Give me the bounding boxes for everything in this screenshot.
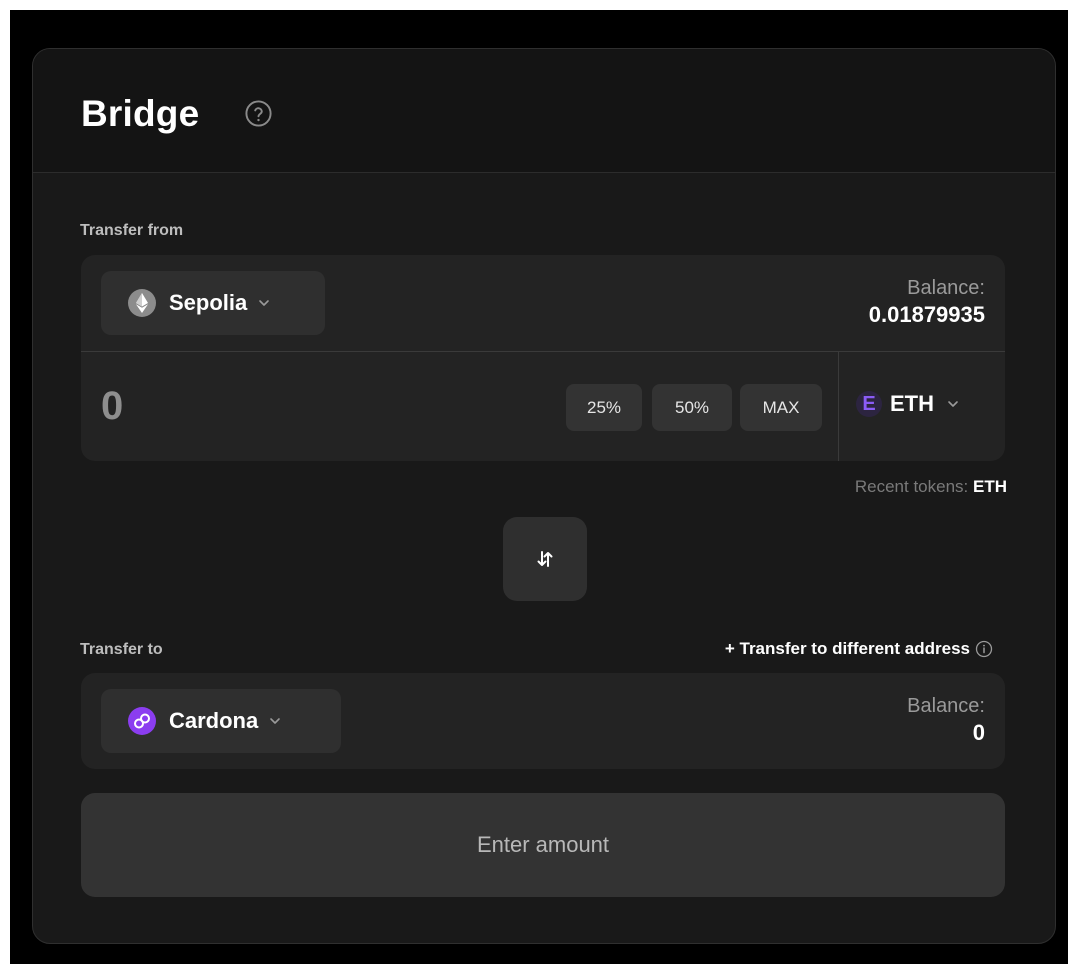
- token-symbol: ETH: [890, 391, 934, 416]
- transfer-from-label: Transfer from: [80, 222, 184, 239]
- transfer-from-panel: Sepolia Balance: 0.01879935 25% 50% MAX …: [81, 255, 1005, 461]
- question-circle-icon[interactable]: [244, 99, 273, 128]
- to-balance: Balance: 0: [907, 693, 985, 747]
- swap-arrows-icon: [537, 551, 553, 567]
- ethereum-icon: [128, 289, 156, 317]
- token-selector[interactable]: E ETH: [856, 391, 960, 417]
- transfer-different-address-link[interactable]: + Transfer to different address: [725, 639, 993, 659]
- chevron-down-icon: [270, 718, 281, 724]
- page-title: Bridge: [81, 93, 200, 134]
- bridge-header: Bridge: [33, 49, 1055, 173]
- to-balance-value: 0: [972, 720, 985, 745]
- to-balance-label: Balance:: [907, 695, 985, 717]
- chevron-down-icon: [259, 300, 270, 306]
- info-icon: [975, 640, 993, 658]
- recent-token-eth[interactable]: ETH: [973, 477, 1007, 496]
- from-balance: Balance: 0.01879935: [869, 275, 985, 329]
- panel-divider: [81, 351, 1005, 352]
- to-chain-name: Cardona: [169, 708, 259, 733]
- from-balance-label: Balance:: [907, 277, 985, 299]
- from-chain-selector[interactable]: Sepolia: [101, 271, 325, 335]
- percent-25-button[interactable]: 25%: [566, 384, 642, 431]
- max-button[interactable]: MAX: [740, 384, 822, 431]
- percent-50-button[interactable]: 50%: [652, 384, 732, 431]
- amount-input[interactable]: [101, 381, 521, 431]
- from-chain-name: Sepolia: [169, 290, 248, 315]
- page-frame: Bridge Transfer from Sepolia Balance: 0.…: [10, 10, 1068, 964]
- from-balance-value: 0.01879935: [868, 302, 985, 327]
- recent-tokens-label: Recent tokens:: [854, 477, 969, 496]
- swap-direction-button[interactable]: [503, 517, 587, 601]
- polygon-icon: [128, 707, 156, 735]
- recent-tokens: Recent tokens: ETH: [855, 477, 1007, 497]
- to-chain-selector[interactable]: Cardona: [101, 689, 341, 753]
- eth-token-icon: E: [856, 391, 882, 417]
- transfer-to-label: Transfer to: [80, 641, 163, 658]
- chevron-down-icon: [948, 401, 958, 407]
- bridge-card: Bridge Transfer from Sepolia Balance: 0.…: [32, 48, 1056, 944]
- enter-amount-button[interactable]: Enter amount: [81, 793, 1005, 897]
- token-divider: [838, 351, 839, 461]
- transfer-to-panel: Cardona Balance: 0: [81, 673, 1005, 769]
- different-address-label: + Transfer to different address: [724, 639, 970, 658]
